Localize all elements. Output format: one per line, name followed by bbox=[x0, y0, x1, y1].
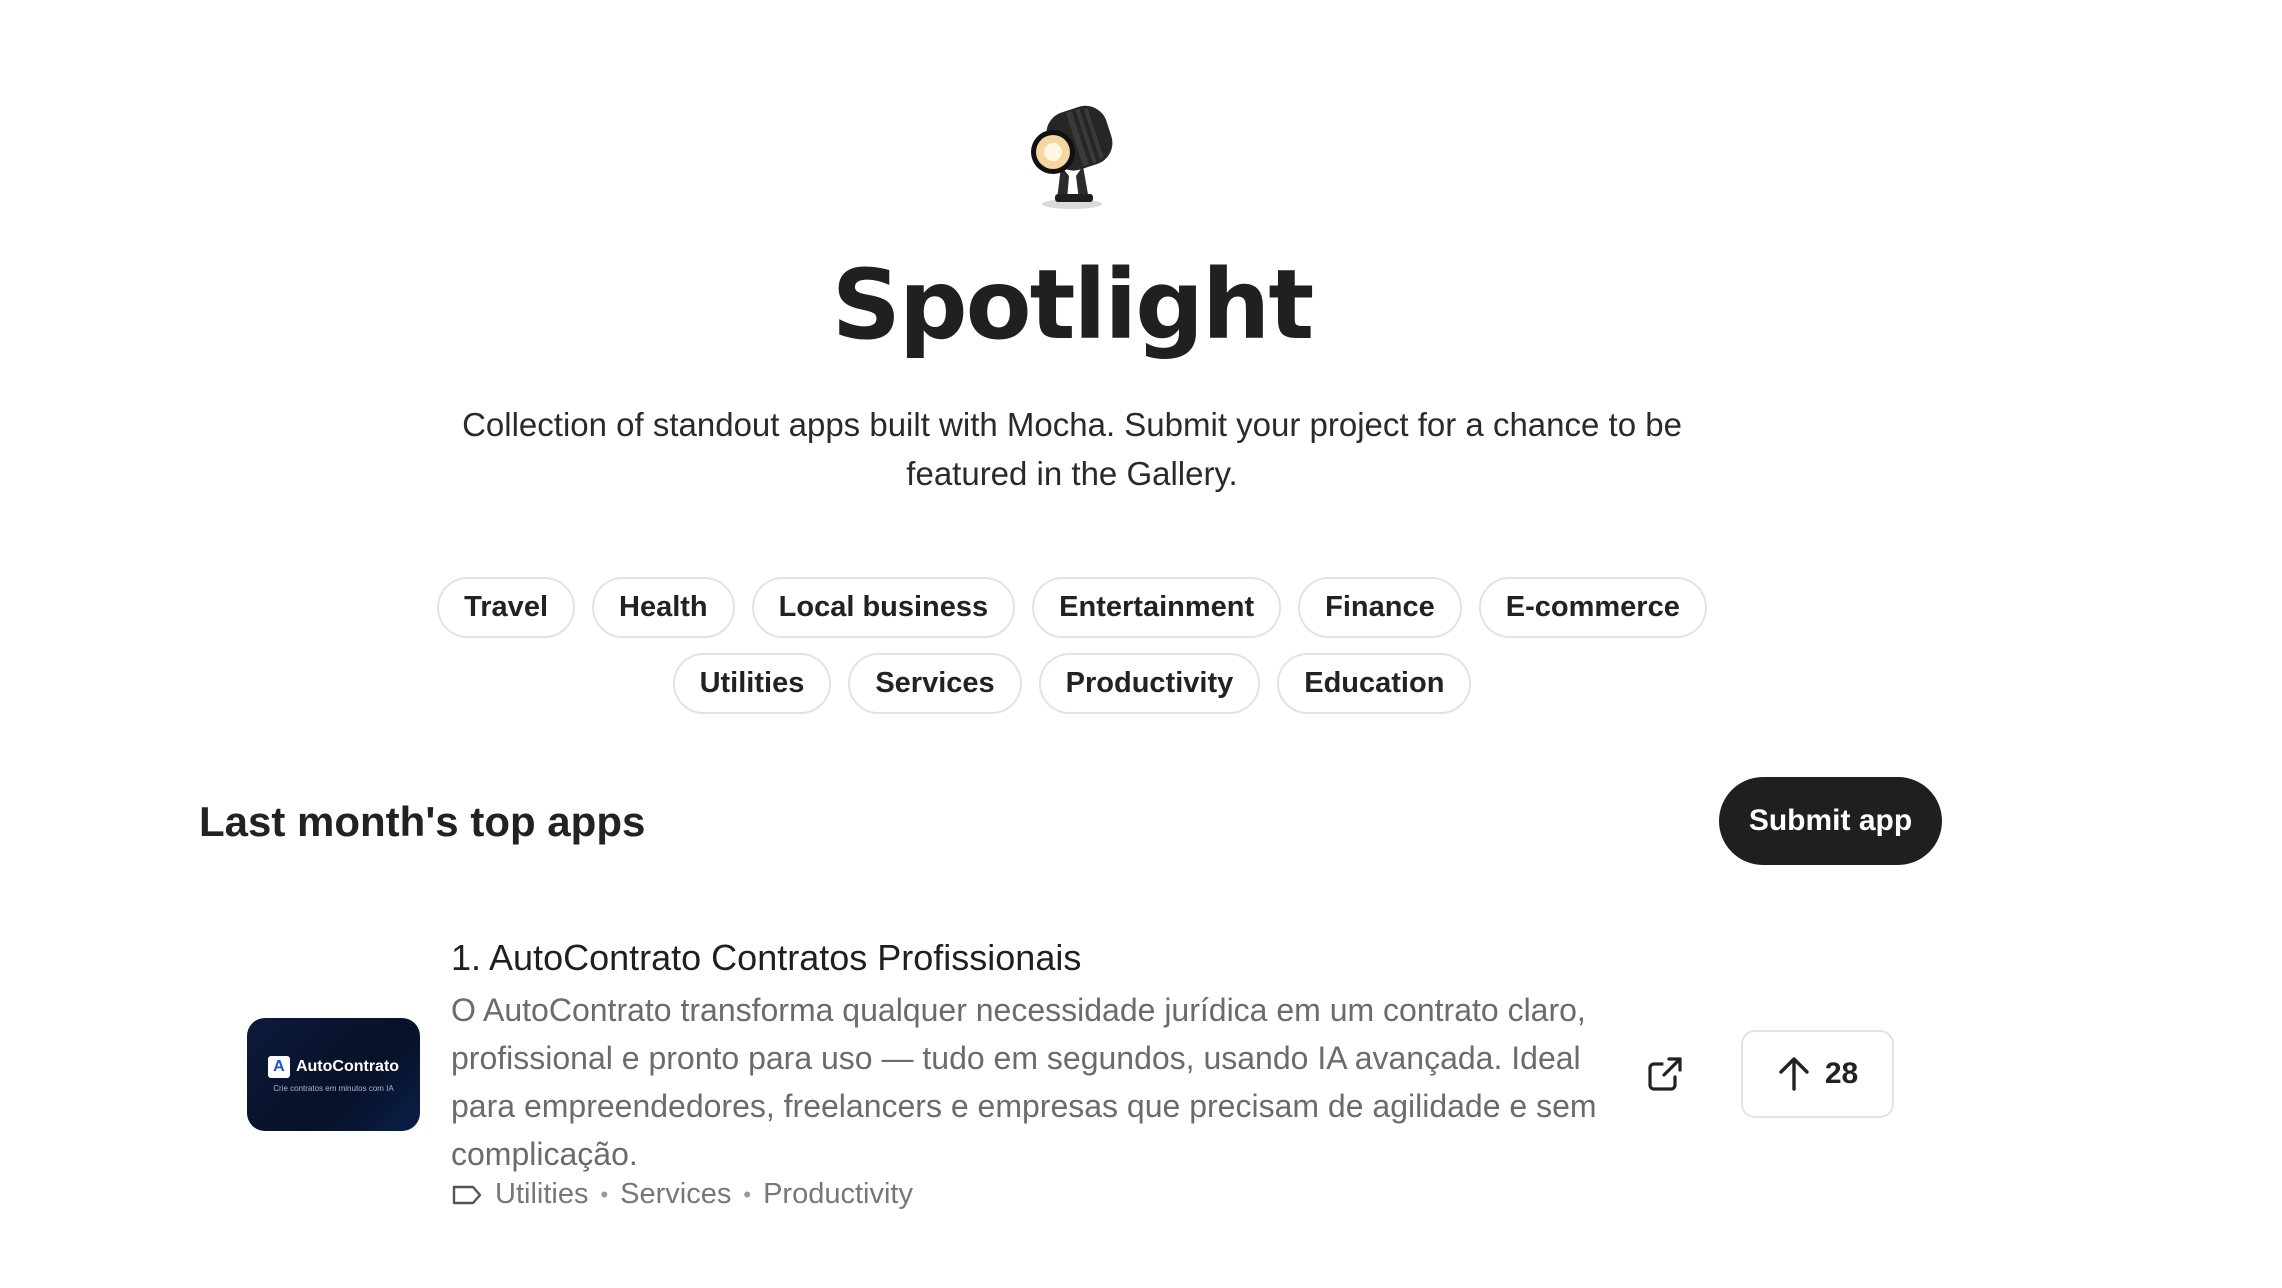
external-link-icon bbox=[1648, 1057, 1682, 1091]
app-tag[interactable]: Services bbox=[620, 1178, 731, 1211]
tag-icon bbox=[452, 1185, 482, 1204]
category-chip-e-commerce[interactable]: E-commerce bbox=[1478, 577, 1707, 638]
open-app-button[interactable] bbox=[1643, 1052, 1687, 1096]
category-chip-local-business[interactable]: Local business bbox=[751, 577, 1016, 638]
upvote-count: 28 bbox=[1824, 1057, 1859, 1090]
app-tag[interactable]: Productivity bbox=[763, 1178, 913, 1211]
app-description: O AutoContrato transforma qualquer neces… bbox=[451, 992, 1597, 1172]
category-row-1: Travel Health Local business Entertainme… bbox=[0, 577, 2144, 638]
page-title: Spotlight bbox=[831, 249, 1314, 361]
category-chip-health[interactable]: Health bbox=[592, 577, 735, 638]
upvote-button[interactable]: 28 bbox=[1741, 1030, 1894, 1118]
section-title: Last month's top apps bbox=[199, 798, 646, 845]
tag-separator: • bbox=[743, 1181, 752, 1207]
category-chip-finance[interactable]: Finance bbox=[1298, 577, 1462, 638]
thumbnail-tagline: Crie contratos em minutos com IA bbox=[273, 1084, 394, 1093]
submit-app-button[interactable]: Submit app bbox=[1719, 777, 1942, 865]
spotlight-lamp-icon bbox=[1031, 105, 1113, 209]
tag-separator: • bbox=[600, 1181, 609, 1207]
category-chip-utilities[interactable]: Utilities bbox=[672, 653, 832, 714]
category-row-2: Utilities Services Productivity Educatio… bbox=[0, 653, 2144, 714]
page-subtitle: Collection of standout apps built with M… bbox=[462, 406, 1682, 492]
thumbnail-app-name: AutoContrato bbox=[295, 1058, 400, 1075]
app-title[interactable]: 1. AutoContrato Contratos Profissionais bbox=[451, 935, 1081, 981]
app-tags: Utilities • Services • Productivity bbox=[451, 1178, 913, 1211]
category-chip-entertainment[interactable]: Entertainment bbox=[1032, 577, 1282, 638]
category-chip-travel[interactable]: Travel bbox=[437, 577, 575, 638]
category-chip-services[interactable]: Services bbox=[848, 653, 1022, 714]
arrow-up-icon bbox=[1779, 1057, 1809, 1091]
thumbnail-header: A AutoContrato bbox=[267, 1056, 400, 1078]
category-chip-education[interactable]: Education bbox=[1277, 653, 1472, 714]
app-thumbnail[interactable]: A AutoContrato Crie contratos em minutos… bbox=[247, 1018, 420, 1131]
app-tag[interactable]: Utilities bbox=[495, 1178, 588, 1211]
spotlight-page: Spotlight Collection of standout apps bu… bbox=[0, 0, 2282, 1288]
app-logo-icon: A bbox=[267, 1056, 290, 1078]
category-chip-productivity[interactable]: Productivity bbox=[1038, 653, 1261, 714]
